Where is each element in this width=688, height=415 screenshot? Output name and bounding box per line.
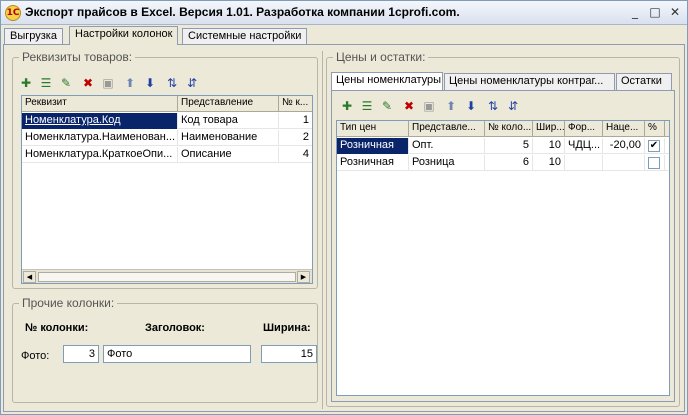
prices-tabs: Цены номенклатуры Цены номенклатуры конт… — [331, 72, 677, 90]
move-up-icon[interactable]: ⬆ — [121, 74, 139, 92]
width-label: Ширина: — [263, 322, 311, 334]
width-cell[interactable]: 10 — [533, 155, 565, 171]
main-window: 1C Экспорт прайсов в Excel. Версия 1.01.… — [0, 0, 688, 415]
attributes-group-title: Реквизиты товаров: — [19, 50, 136, 64]
add-child-icon[interactable]: ☰ — [37, 74, 55, 92]
disabled-icon: ▣ — [102, 76, 114, 90]
main-tabs: Выгрузка Настройки колонок Системные нас… — [1, 26, 687, 45]
header-label: Заголовок: — [145, 322, 205, 334]
table-row[interactable]: Номенклатура.Наименован... Наименование … — [22, 130, 312, 146]
view-cell[interactable]: Опт. — [409, 138, 485, 154]
edit-icon[interactable]: ✎ — [378, 97, 396, 115]
title-bar: 1C Экспорт прайсов в Excel. Версия 1.01.… — [1, 1, 687, 25]
tab-content: Реквизиты товаров: ✚ ☰ ✎ ✖ ▣ ⬆ ⬇ ⇅ ⇵ Рек… — [3, 44, 685, 412]
disabled-icon: ▣ — [423, 99, 435, 113]
percent-checkbox[interactable]: ✔ — [648, 140, 660, 152]
photo-width-field[interactable]: 15 — [261, 345, 317, 363]
add-child-icon[interactable]: ☰ — [358, 97, 376, 115]
column-number-cell[interactable]: 4 — [279, 147, 312, 163]
column-header[interactable]: Тип цен — [337, 121, 409, 137]
scroll-left-icon[interactable]: ◀ — [23, 271, 36, 283]
attribute-cell[interactable]: Номенклатура.Наименован... — [22, 130, 178, 146]
price-type-cell[interactable]: Розничная — [337, 138, 409, 154]
panel-divider[interactable] — [322, 51, 323, 409]
close-button[interactable]: ✕ — [667, 5, 683, 20]
prices-toolbar: ✚ ☰ ✎ ✖ ▣ ⬆ ⬇ ⇅ ⇵ — [338, 95, 538, 117]
photo-label: Фото: — [21, 350, 50, 362]
view-cell[interactable]: Розница — [409, 155, 485, 171]
scroll-thumb[interactable] — [38, 272, 296, 282]
column-header[interactable]: Шир... — [533, 121, 565, 137]
horizontal-scrollbar[interactable]: ◀ ▶ — [22, 269, 312, 283]
other-columns-group: Прочие колонки: № колонки: Заголовок: Ши… — [12, 296, 318, 403]
attribute-cell[interactable]: Номенклатура.КраткоеОпи... — [22, 147, 178, 163]
edit-icon[interactable]: ✎ — [57, 74, 75, 92]
column-number-cell[interactable]: 2 — [279, 130, 312, 146]
percent-cell[interactable]: ✔ — [645, 138, 665, 154]
prices-table-header: Тип цен Представле... № коло... Шир... Ф… — [337, 121, 669, 137]
prices-group: Цены и остатки: Цены номенклатуры Цены н… — [326, 50, 680, 407]
attributes-toolbar: ✚ ☰ ✎ ✖ ▣ ⬆ ⬇ ⇅ ⇵ — [17, 72, 217, 94]
column-header[interactable]: Представле... — [409, 121, 485, 137]
prices-table[interactable]: Тип цен Представле... № коло... Шир... Ф… — [336, 120, 670, 396]
column-header[interactable]: Представление — [178, 96, 279, 112]
table-row[interactable]: Номенклатура.КраткоеОпи... Описание 4 — [22, 147, 312, 163]
view-cell[interactable]: Наименование — [178, 130, 279, 146]
table-row[interactable]: Розничная Опт. 5 10 ЧДЦ... -20,00 ✔ — [337, 138, 669, 154]
minimize-button[interactable]: _ — [627, 5, 643, 20]
price-type-cell[interactable]: Розничная — [337, 155, 409, 171]
column-number-cell[interactable]: 6 — [485, 155, 533, 171]
other-columns-group-title: Прочие колонки: — [19, 296, 118, 310]
column-header[interactable]: Наце... — [603, 121, 645, 137]
add-icon[interactable]: ✚ — [338, 97, 356, 115]
photo-column-number-field[interactable]: 3 — [63, 345, 99, 363]
percent-checkbox[interactable] — [648, 157, 660, 169]
maximize-button[interactable]: □ — [647, 5, 663, 20]
scroll-right-icon[interactable]: ▶ — [297, 271, 310, 283]
delete-icon[interactable]: ✖ — [79, 74, 97, 92]
move-down-icon[interactable]: ⬇ — [462, 97, 480, 115]
column-header[interactable]: % — [645, 121, 665, 137]
column-header[interactable]: № коло... — [485, 121, 533, 137]
tab-system-settings[interactable]: Системные настройки — [182, 28, 308, 45]
column-header[interactable]: Фор... — [565, 121, 603, 137]
sort-desc-icon[interactable]: ⇵ — [504, 97, 522, 115]
sort-desc-icon[interactable]: ⇵ — [183, 74, 201, 92]
attributes-group: Реквизиты товаров: ✚ ☰ ✎ ✖ ▣ ⬆ ⬇ ⇅ ⇵ Рек… — [12, 50, 318, 289]
delete-icon[interactable]: ✖ — [400, 97, 418, 115]
tab-export[interactable]: Выгрузка — [4, 28, 63, 45]
attributes-table-header: Реквизит Представление № к... — [22, 96, 312, 112]
table-row[interactable]: Номенклатура.Код Код товара 1 — [22, 113, 312, 129]
move-down-icon[interactable]: ⬇ — [141, 74, 159, 92]
column-header[interactable]: Реквизит — [22, 96, 178, 112]
column-number-label: № колонки: — [25, 322, 89, 334]
add-icon[interactable]: ✚ — [17, 74, 35, 92]
percent-cell[interactable] — [645, 155, 665, 171]
tab-item-prices[interactable]: Цены номенклатуры — [331, 72, 443, 90]
prices-group-title: Цены и остатки: — [333, 50, 429, 64]
format-cell[interactable] — [565, 155, 603, 171]
move-up-icon[interactable]: ⬆ — [442, 97, 460, 115]
sort-asc-icon[interactable]: ⇅ — [484, 97, 502, 115]
view-cell[interactable]: Описание — [178, 147, 279, 163]
tab-stock[interactable]: Остатки — [616, 73, 672, 90]
column-number-cell[interactable]: 5 — [485, 138, 533, 154]
width-cell[interactable]: 10 — [533, 138, 565, 154]
tab-column-settings[interactable]: Настройки колонок — [69, 26, 179, 45]
table-row[interactable]: Розничная Розница 6 10 — [337, 155, 669, 171]
window-title: Экспорт прайсов в Excel. Версия 1.01. Ра… — [25, 5, 460, 19]
view-cell[interactable]: Код товара — [178, 113, 279, 129]
format-cell[interactable]: ЧДЦ... — [565, 138, 603, 154]
sort-asc-icon[interactable]: ⇅ — [163, 74, 181, 92]
photo-title-field[interactable]: Фото — [103, 345, 251, 363]
attribute-cell[interactable]: Номенклатура.Код — [22, 113, 178, 129]
column-header[interactable]: № к... — [279, 96, 312, 112]
markup-cell[interactable]: -20,00 — [603, 138, 645, 154]
attributes-table[interactable]: Реквизит Представление № к... Номенклату… — [21, 95, 313, 284]
tab-counterparty-prices[interactable]: Цены номенклатуры контраг... — [444, 73, 615, 90]
markup-cell[interactable] — [603, 155, 645, 171]
column-number-cell[interactable]: 1 — [279, 113, 312, 129]
app-logo-icon: 1C — [5, 5, 21, 21]
prices-panel: ✚ ☰ ✎ ✖ ▣ ⬆ ⬇ ⇅ ⇵ Тип цен Представле... … — [331, 90, 675, 402]
